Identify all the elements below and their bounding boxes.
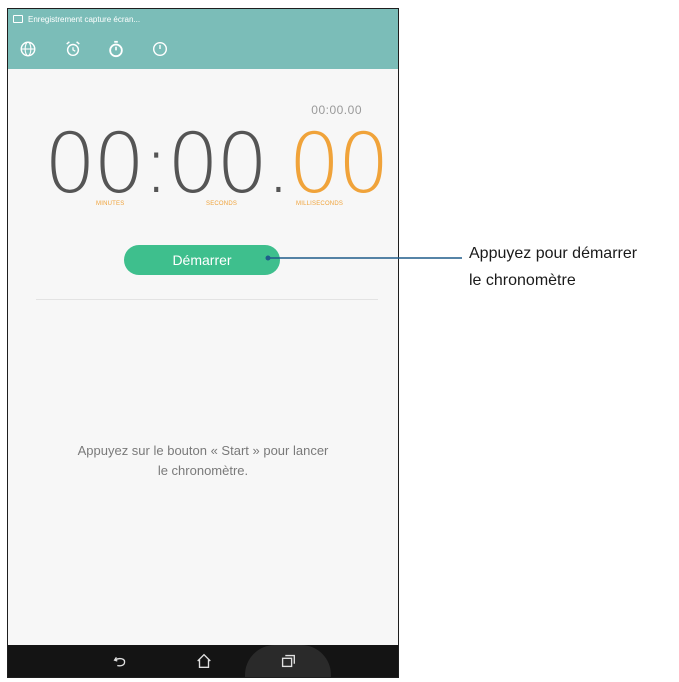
callout: Appuyez pour démarrer le chronomètre xyxy=(469,240,637,294)
callout-line-1: Appuyez pour démarrer xyxy=(469,245,638,262)
callout-line-2: le chronomètre xyxy=(469,272,576,289)
callout-line xyxy=(265,255,462,261)
